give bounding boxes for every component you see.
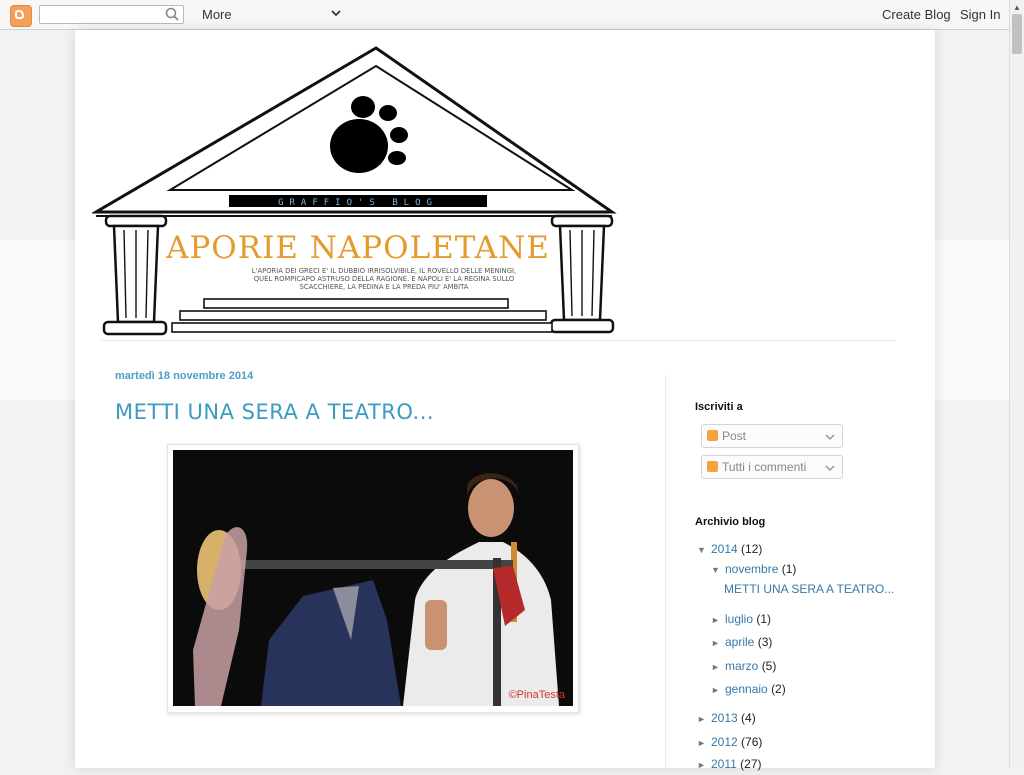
subscribe-posts-button[interactable]: Post <box>701 424 843 448</box>
archive-count: (3) <box>757 635 773 649</box>
archive-count: (27) <box>740 757 762 771</box>
archive-count: (5) <box>761 659 777 673</box>
collapsed-triangle-icon[interactable]: ► <box>711 615 725 625</box>
archive-count: (4) <box>741 711 756 725</box>
archive-link[interactable]: luglio <box>725 612 753 626</box>
subscribe-posts-label: Post <box>722 429 747 443</box>
post-photo[interactable]: ©PinaTesta <box>173 450 573 706</box>
rss-feed-icon <box>707 461 718 472</box>
scroll-thumb[interactable] <box>1012 14 1022 54</box>
archive-count: (12) <box>741 542 763 556</box>
header-tagline: L'APORIA DEI GRECI E' IL DUBBIO IRRISOLV… <box>252 267 516 275</box>
post-title[interactable]: METTI UNA SERA A TEATRO... <box>115 400 434 424</box>
header-tagline: SCACCHIERE, LA PEDINA E LA PREDA PIU' AM… <box>300 283 469 291</box>
search-icon[interactable] <box>164 6 182 22</box>
collapsed-triangle-icon[interactable]: ► <box>711 662 725 672</box>
archive-count: (1) <box>756 612 772 626</box>
collapsed-triangle-icon[interactable]: ► <box>711 638 725 648</box>
header-title: APORIE NAPOLETANE <box>165 230 550 266</box>
archive-link[interactable]: 2013 <box>711 711 738 725</box>
archive-link[interactable]: 2012 <box>711 735 738 749</box>
blog-header-image[interactable]: GRAFFIO'S BLOG APORIE NAPOLETANE L'APORI… <box>92 44 617 344</box>
archive-month-novembre[interactable]: ▼ novembre (1) <box>711 562 796 576</box>
collapsed-triangle-icon[interactable]: ► <box>697 760 711 770</box>
create-blog-link[interactable]: Create Blog <box>882 7 951 22</box>
subscribe-comments-label: Tutti i commenti <box>722 460 807 474</box>
archive-link[interactable]: 2014 <box>711 542 738 556</box>
more-menu-label[interactable]: More <box>202 7 232 22</box>
blogger-logo-icon[interactable] <box>10 5 32 27</box>
archive-count: (76) <box>741 735 763 749</box>
header-divider <box>101 340 895 341</box>
archive-year-2014[interactable]: ▼ 2014 (12) <box>697 542 762 556</box>
archive-count: (1) <box>781 562 797 576</box>
scroll-up-icon[interactable]: ▲ <box>1013 3 1021 12</box>
archive-link[interactable]: aprile <box>725 635 754 649</box>
archive-year-2013[interactable]: ► 2013 (4) <box>697 711 756 725</box>
post-date: martedì 18 novembre 2014 <box>115 370 254 382</box>
chevron-down-icon <box>825 465 835 472</box>
subscribe-comments-button[interactable]: Tutti i commenti <box>701 455 843 479</box>
navbar-search-input[interactable] <box>39 5 184 24</box>
archive-post-link[interactable]: METTI UNA SERA A TEATRO... <box>724 582 894 596</box>
archive-link[interactable]: novembre <box>725 562 778 576</box>
archive-link[interactable]: gennaio <box>725 682 768 696</box>
header-tagline: QUEL ROMPICAPO ASTRUSO DELLA RAGIONE. E … <box>254 275 514 283</box>
archive-year-2012[interactable]: ► 2012 (76) <box>697 735 762 749</box>
archive-month-luglio[interactable]: ► luglio (1) <box>711 612 771 626</box>
archive-month-aprile[interactable]: ► aprile (3) <box>711 635 772 649</box>
collapsed-triangle-icon[interactable]: ► <box>697 714 711 724</box>
archive-month-gennaio[interactable]: ► gennaio (2) <box>711 682 786 696</box>
blogger-navbar: More Create Blog Sign In <box>0 0 1009 30</box>
subscribe-heading: Iscriviti a <box>695 401 743 413</box>
chevron-down-icon[interactable] <box>329 6 343 20</box>
chevron-down-icon <box>825 434 835 441</box>
header-subtitle: GRAFFIO'S BLOG <box>278 198 438 208</box>
archive-year-2011[interactable]: ► 2011 (27) <box>697 757 762 771</box>
blog-content: GRAFFIO'S BLOG APORIE NAPOLETANE L'APORI… <box>75 30 935 775</box>
sign-in-link[interactable]: Sign In <box>960 7 1000 22</box>
photo-credit: ©PinaTesta <box>509 689 566 701</box>
collapsed-triangle-icon[interactable]: ► <box>711 685 725 695</box>
column-divider <box>665 375 666 775</box>
archive-count: (2) <box>771 682 786 696</box>
archive-post-title[interactable]: METTI UNA SERA A TEATRO... <box>724 582 894 596</box>
archive-heading: Archivio blog <box>695 516 766 528</box>
archive-link[interactable]: 2011 <box>711 757 737 771</box>
expanded-triangle-icon[interactable]: ▼ <box>697 545 711 555</box>
archive-link[interactable]: marzo <box>725 659 758 673</box>
archive-month-marzo[interactable]: ► marzo (5) <box>711 659 776 673</box>
collapsed-triangle-icon[interactable]: ► <box>697 738 711 748</box>
expanded-triangle-icon[interactable]: ▼ <box>711 565 725 575</box>
page-scrollbar[interactable]: ▲ <box>1009 0 1024 768</box>
post-photo-frame: ©PinaTesta <box>167 444 579 713</box>
rss-feed-icon <box>707 430 718 441</box>
